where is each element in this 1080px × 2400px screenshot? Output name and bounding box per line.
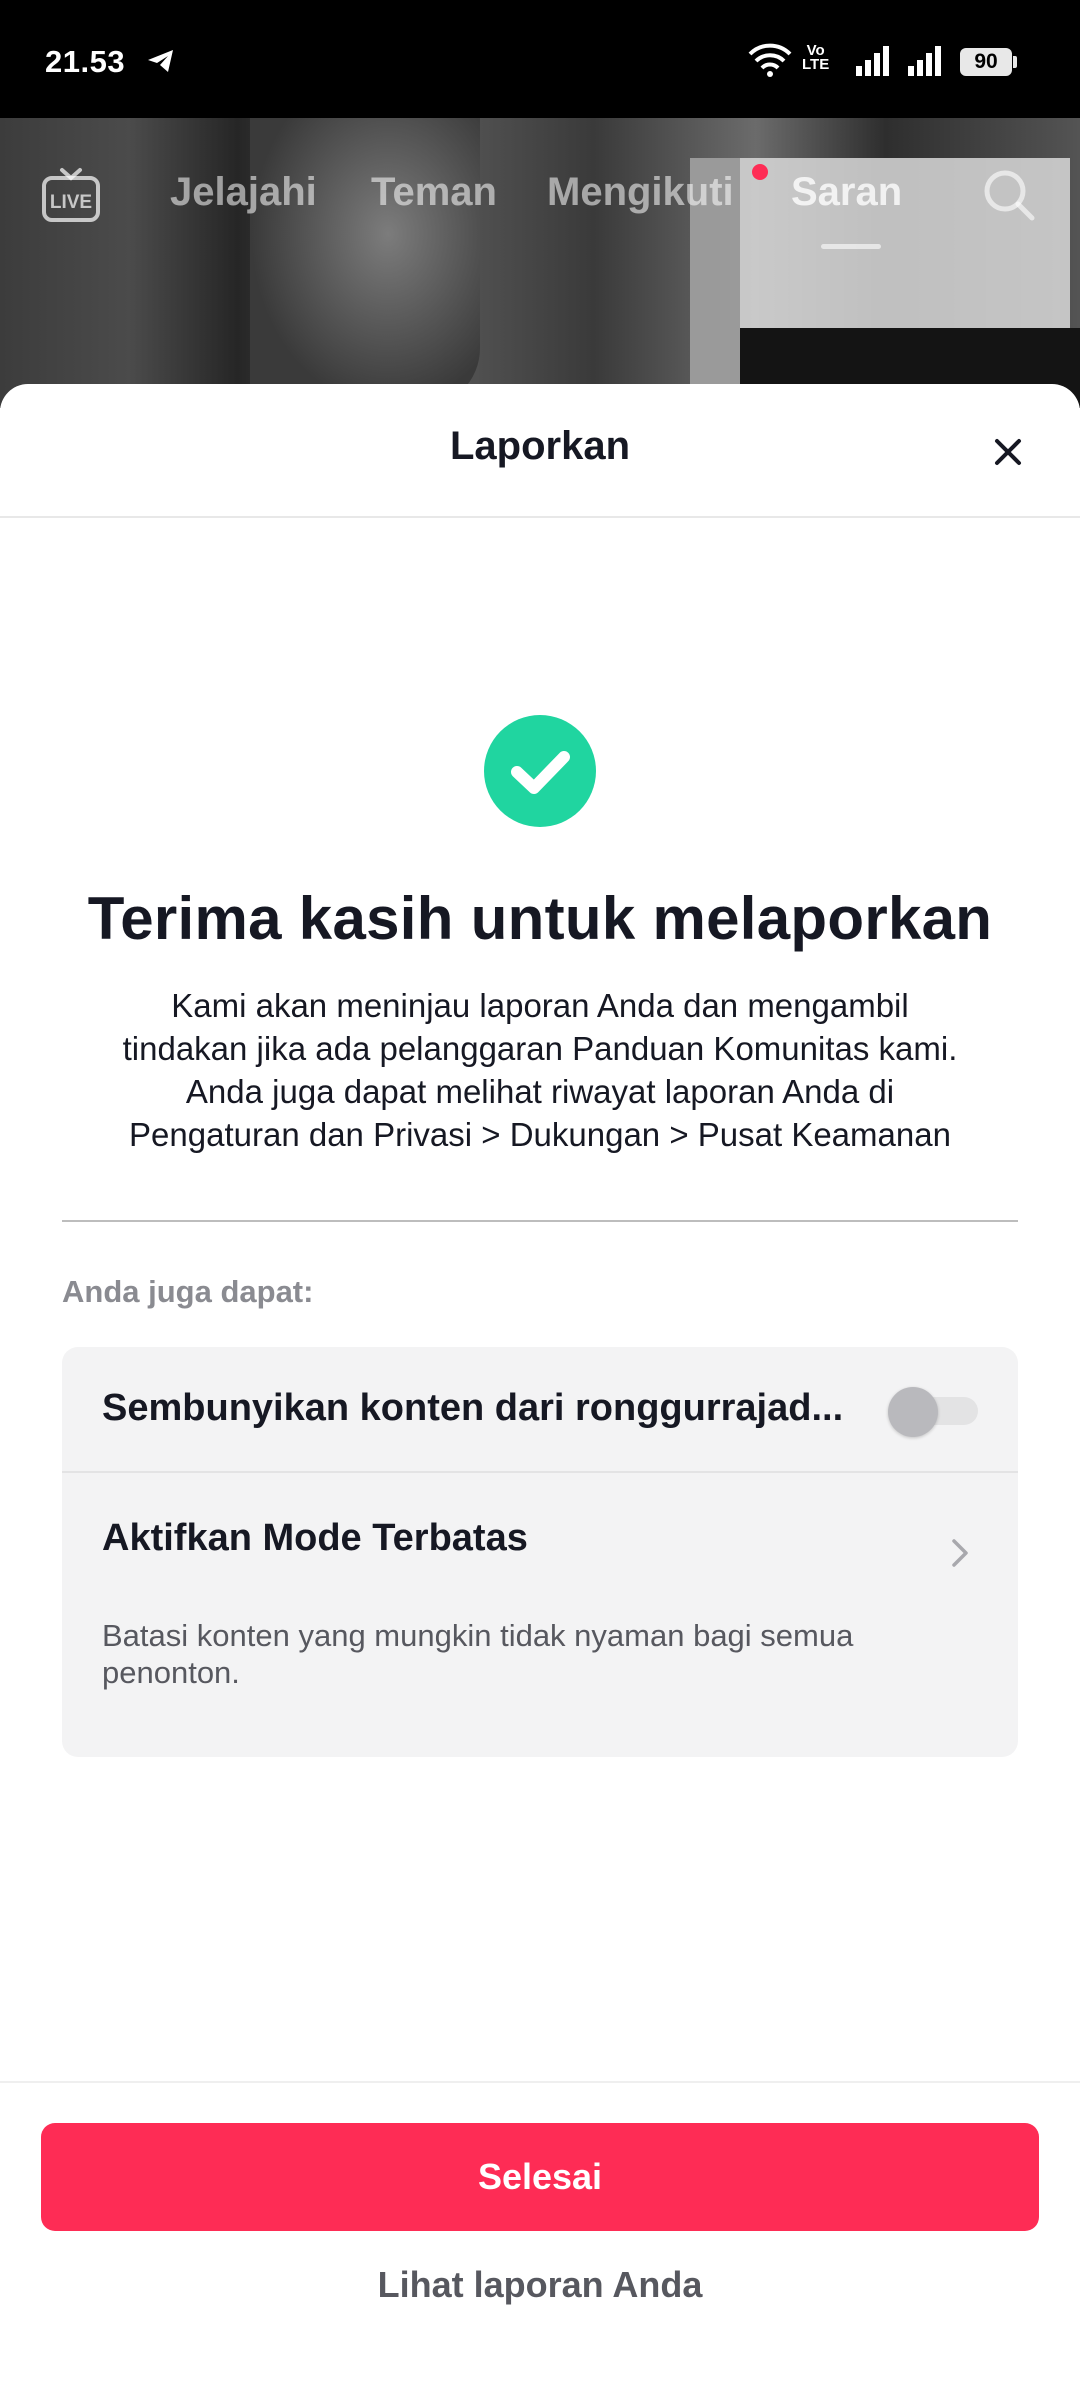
notification-dot — [752, 164, 768, 180]
volte-bottom: LTE — [802, 56, 830, 73]
section-divider — [62, 1220, 1018, 1222]
footer-divider — [0, 2081, 1080, 2083]
telegram-icon — [148, 50, 173, 72]
confirmation-body-line: Kami akan meninjau laporan Anda dan meng… — [171, 987, 909, 1024]
tab-saran[interactable]: Saran — [791, 170, 902, 215]
live-tv-icon[interactable]: LIVE — [40, 164, 102, 226]
active-tab-indicator — [821, 244, 881, 249]
tab-mengikuti[interactable]: Mengikuti — [547, 170, 734, 215]
options-card: Sembunyikan konten dari ronggurrajad... … — [62, 1347, 1018, 1757]
battery-indicator: 90 — [960, 48, 1012, 76]
options-section-label: Anda juga dapat: — [62, 1274, 314, 1309]
svg-text:LIVE: LIVE — [50, 192, 92, 213]
tab-jelajahi[interactable]: Jelajahi — [170, 170, 317, 215]
restricted-mode-label: Aktifkan Mode Terbatas — [102, 1517, 528, 1559]
signal-strength-icon — [908, 46, 941, 76]
confirmation-body-line: Anda juga dapat melihat riwayat laporan … — [185, 1073, 895, 1110]
hide-content-toggle[interactable] — [888, 1387, 978, 1437]
status-bar: 21.53 Vo LTE 90 — [0, 0, 1080, 118]
volte-indicator: Vo LTE — [802, 43, 830, 73]
chevron-right-icon — [952, 1539, 968, 1567]
top-navigation: LIVE Jelajahi Teman Mengikuti Saran — [0, 150, 1080, 260]
restricted-mode-description: Batasi konten yang mungkin tidak nyaman … — [102, 1618, 854, 1690]
done-button[interactable]: Selesai — [41, 2123, 1039, 2231]
view-reports-link[interactable]: Lihat laporan Anda — [0, 2264, 1080, 2306]
wifi-icon — [748, 43, 792, 77]
toggle-knob — [888, 1387, 938, 1437]
confirmation-body-line: Pengaturan dan Privasi > Dukungan > Pusa… — [129, 1116, 951, 1153]
confirmation-body-line: tindakan jika ada pelanggaran Panduan Ko… — [122, 1030, 958, 1067]
report-sheet: Laporkan Terima kasih untuk melaporkan K… — [0, 384, 1080, 2400]
confirmation-body: Kami akan meninjau laporan Anda dan meng… — [60, 984, 1020, 1156]
hide-content-row[interactable]: Sembunyikan konten dari ronggurrajad... — [62, 1347, 1018, 1473]
check-circle-icon — [484, 715, 596, 827]
close-icon[interactable] — [988, 432, 1028, 472]
hide-content-label: Sembunyikan konten dari ronggurrajad... — [102, 1387, 844, 1429]
status-time: 21.53 — [45, 44, 126, 79]
tab-teman[interactable]: Teman — [371, 170, 497, 215]
sheet-header: Laporkan — [0, 384, 1080, 518]
signal-strength-icon — [856, 46, 889, 76]
battery-tip — [1013, 56, 1017, 68]
search-icon[interactable] — [980, 166, 1038, 224]
restricted-mode-row[interactable]: Aktifkan Mode Terbatas Batasi konten yan… — [62, 1475, 1018, 1757]
confirmation-title: Terima kasih untuk melaporkan — [87, 885, 993, 952]
sheet-title: Laporkan — [449, 424, 631, 468]
